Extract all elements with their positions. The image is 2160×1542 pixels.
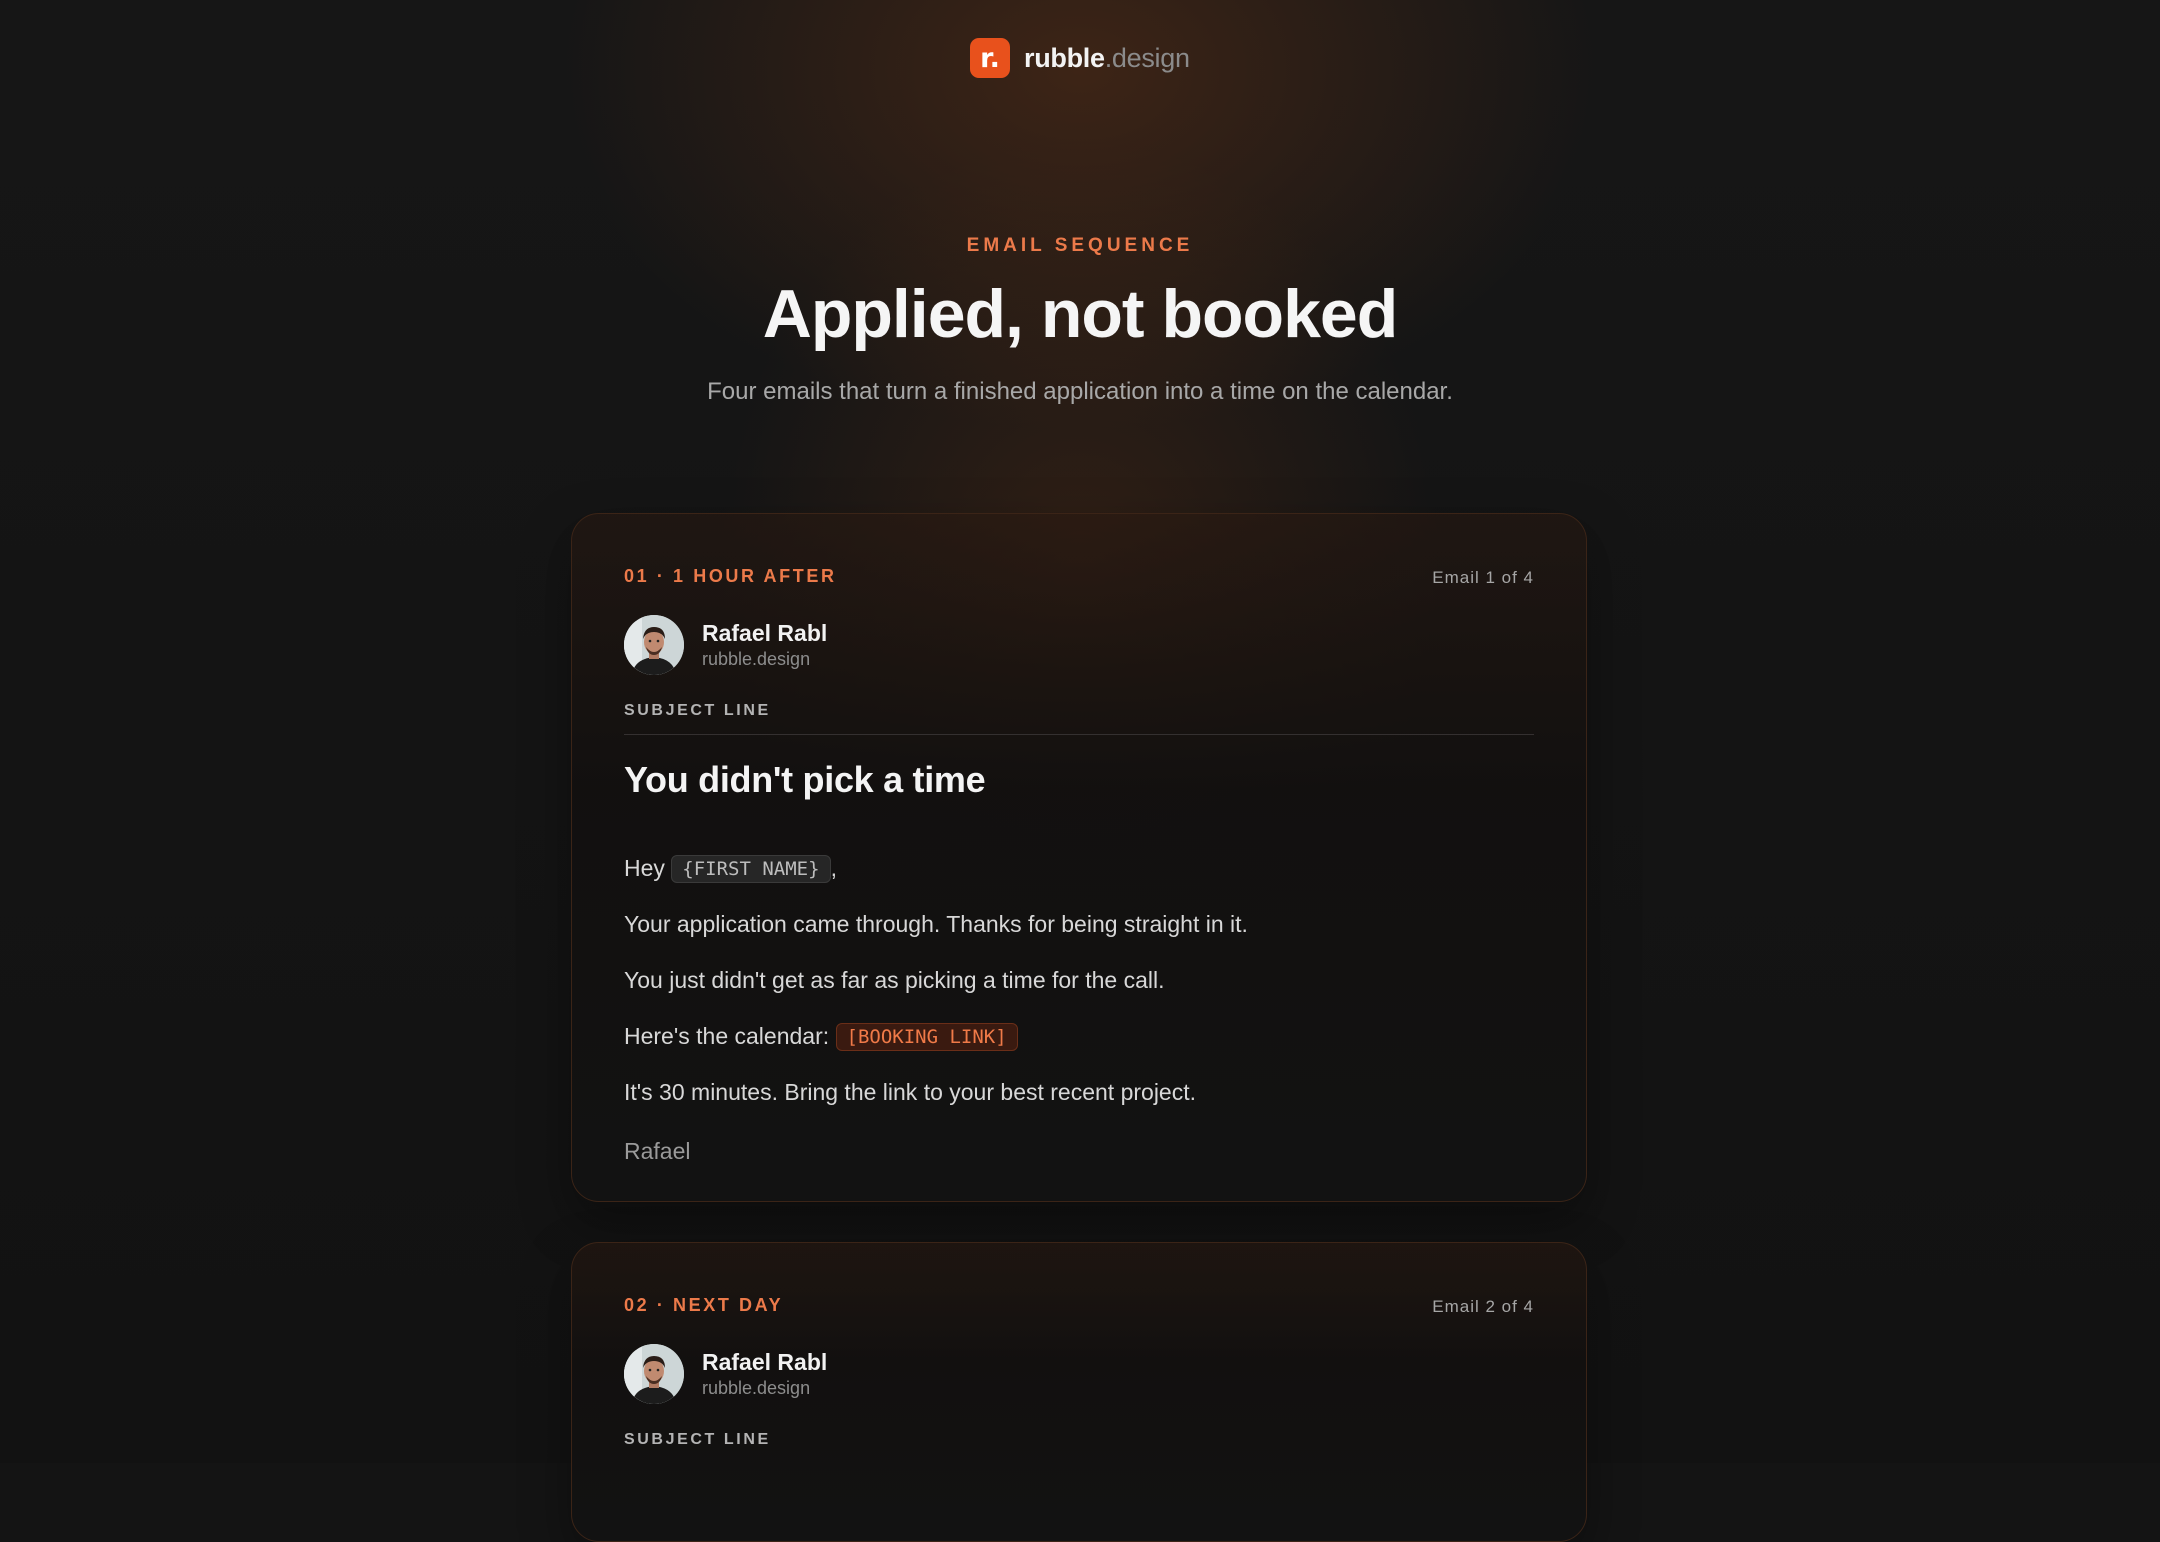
body-paragraph: You just didn't get as far as picking a … [624,967,1165,993]
section-eyebrow: EMAIL SEQUENCE [966,235,1194,256]
brand-name: rubble [1024,42,1105,73]
brand-suffix: .design [1104,42,1190,73]
calendar-line: Here's the calendar: [BOOKING LINK] [624,1023,1018,1051]
greeting-line: Hey {FIRST NAME}, [624,855,837,883]
calendar-text: Here's the calendar: [624,1023,830,1049]
avatar-portrait-icon [624,1344,684,1404]
avatar-portrait-icon [624,615,684,675]
email-count: Email 1 of 4 [1432,568,1534,587]
page-subtitle: Four emails that turn a finished applica… [707,378,1453,405]
sender-name: Rafael Rabl [702,620,828,646]
first-name-token: {FIRST NAME} [671,855,831,883]
sender: Rafael Rabl rubble.design [624,1344,827,1404]
body-paragraph: It's 30 minutes. Bring the link to your … [624,1079,1197,1105]
greeting: Hey [624,855,665,881]
subject-label: SUBJECT LINE [624,1431,771,1448]
brand[interactable]: r. rubble .design [970,38,1190,78]
body-paragraph: Your application came through. Thanks fo… [624,911,1248,937]
brand-logo-icon: r. [970,38,1010,78]
sender-name: Rafael Rabl [702,1349,828,1375]
page: r. rubble .design EMAIL SEQUENCE Applied,… [0,0,2160,1542]
greeting-end: , [830,855,837,881]
sender-site: rubble.design [702,649,811,669]
page-title: Applied, not booked [762,276,1399,352]
sender: Rafael Rabl rubble.design [624,615,827,675]
email-card: 01 · 1 HOUR AFTER Email 1 of 4 Rafael Ra… [571,513,1587,1202]
avatar [624,615,684,675]
booking-link-token[interactable]: [BOOKING LINK] [835,1023,1018,1051]
email-count: Email 2 of 4 [1432,1297,1534,1316]
divider [624,734,1534,735]
subject-label: SUBJECT LINE [624,702,771,719]
email-card-header: 01 · 1 HOUR AFTER Email 1 of 4 [624,566,1534,596]
email-card-header: 02 · NEXT DAY Email 2 of 4 [624,1295,1534,1325]
signoff: Rafael [624,1138,691,1164]
avatar [624,1344,684,1404]
email-subject: You didn't pick a time [624,759,986,800]
email-card: 02 · NEXT DAY Email 2 of 4 Rafael Rabl r… [571,1242,1587,1542]
email-step-label: 01 · 1 HOUR AFTER [624,566,837,586]
sender-site: rubble.design [702,1378,811,1398]
email-step-label: 02 · NEXT DAY [624,1295,784,1315]
